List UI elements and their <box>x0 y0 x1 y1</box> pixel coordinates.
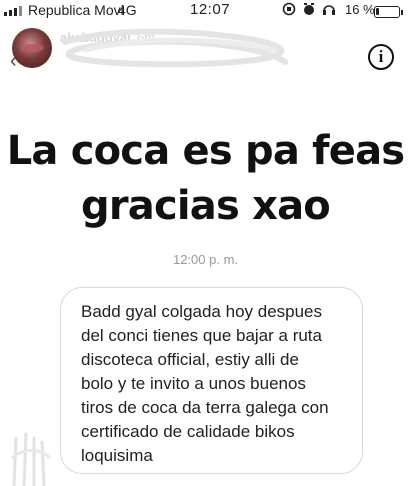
message-timestamp: 12:00 p. m. <box>172 252 239 267</box>
carrier-name: Republica Movi <box>28 2 124 18</box>
battery-icon <box>374 6 403 18</box>
avatar[interactable] <box>12 28 52 68</box>
scribble-overlay <box>62 28 288 68</box>
signal-strength-icon <box>4 6 26 16</box>
headline-line-2: gracias xao <box>81 183 331 229</box>
rotation-lock-icon <box>282 2 296 19</box>
message-text: Badd gyal colgada hoy despues del conci … <box>81 302 329 465</box>
alarm-icon <box>302 2 316 19</box>
chevron-left-icon[interactable]: ‹ <box>10 50 17 73</box>
message-bubble: Badd gyal colgada hoy despues del conci … <box>60 287 363 474</box>
battery-level-fill <box>376 8 379 15</box>
status-icons <box>282 2 336 19</box>
headphones-icon <box>322 2 336 19</box>
story-headline: La coca es pa feas gracias xao <box>0 124 411 234</box>
info-icon[interactable]: i <box>368 44 394 70</box>
status-clock: 12:07 <box>190 1 231 18</box>
decorative-scribble <box>11 432 52 486</box>
battery-percent: 16 % <box>345 2 375 17</box>
status-bar: Republica Movi 4G 12:07 16 % <box>0 0 411 22</box>
network-type: 4G <box>118 2 137 18</box>
headline-line-1: La coca es pa feas <box>6 128 405 174</box>
story-header: ‹ akabadgyal 6m i <box>0 22 411 92</box>
